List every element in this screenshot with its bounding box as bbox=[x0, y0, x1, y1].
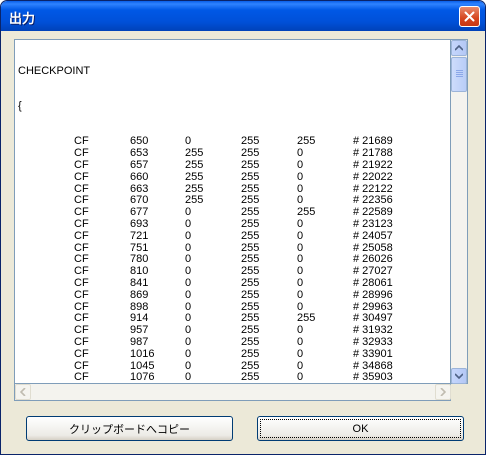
cell-frame: 657 bbox=[130, 158, 149, 171]
brace-line: { bbox=[18, 99, 42, 113]
cell-g: 255 bbox=[241, 347, 260, 360]
cell-b: 0 bbox=[297, 276, 304, 289]
cell-b: 0 bbox=[297, 158, 304, 171]
cell-flag: CF bbox=[74, 158, 89, 171]
cell-flag: CF bbox=[74, 276, 89, 289]
cell-comment: # 24057 bbox=[353, 229, 393, 242]
cell-b: 0 bbox=[297, 170, 304, 183]
output-line: CF 914 0 255 255 # 30497 bbox=[18, 313, 393, 325]
arrow-right-icon bbox=[440, 388, 446, 396]
output-line: CF 663 255 255 0 # 22122 bbox=[18, 183, 393, 196]
output-line: CF 957 0 255 0 # 31932 bbox=[18, 324, 393, 337]
output-line: CF 841 0 255 0 # 28061 bbox=[18, 277, 393, 290]
scroll-down-button[interactable] bbox=[451, 368, 467, 384]
scroll-thumb[interactable] bbox=[451, 57, 467, 92]
output-line: CF 693 0 255 0 # 23123 bbox=[18, 218, 393, 231]
ok-button[interactable]: OK bbox=[257, 416, 464, 441]
output-line: CF 869 0 255 0 # 28996 bbox=[18, 289, 393, 302]
arrow-up-icon bbox=[455, 45, 463, 51]
output-line: CF 670 255 255 0 # 22356 bbox=[18, 195, 393, 207]
scroll-right-button[interactable] bbox=[435, 384, 451, 400]
copy-button-label: クリップボードへコピー bbox=[69, 423, 190, 436]
cell-comment: # 23123 bbox=[353, 217, 393, 230]
arrow-down-icon bbox=[455, 373, 463, 379]
vertical-scrollbar[interactable] bbox=[451, 39, 468, 384]
cell-comment: # 28996 bbox=[353, 288, 393, 301]
cell-frame: 1016 bbox=[130, 347, 155, 360]
cell-r: 0 bbox=[185, 335, 192, 348]
cell-g: 255 bbox=[241, 288, 260, 301]
cell-comment: # 22022 bbox=[353, 170, 393, 183]
cell-g: 255 bbox=[241, 276, 260, 289]
output-line: CF 653 255 255 0 # 21788 bbox=[18, 147, 393, 160]
scrollbar-corner bbox=[451, 384, 468, 401]
open-brace: { bbox=[18, 99, 22, 112]
cell-b: 0 bbox=[297, 217, 304, 230]
output-text-area[interactable]: CHECKPOINT { CF 650 0 255 255 # 21689 CF 653 255… bbox=[14, 39, 451, 384]
cell-r: 0 bbox=[185, 276, 192, 289]
output-line: CF 1076 0 255 0 # 35903 bbox=[18, 372, 393, 383]
output-line: CF 650 0 255 255 # 21689 bbox=[18, 136, 393, 148]
cell-b: 0 bbox=[297, 347, 304, 360]
arrow-left-icon bbox=[20, 388, 26, 396]
cell-flag: CF bbox=[74, 217, 89, 230]
cell-frame: 693 bbox=[130, 217, 149, 230]
output-text: CHECKPOINT { CF 650 0 255 255 # 21689 CF 653 255… bbox=[18, 42, 393, 383]
output-line: CF 1045 0 255 0 # 34868 bbox=[18, 360, 393, 373]
cell-frame: 869 bbox=[130, 288, 149, 301]
header-line: CHECKPOINT bbox=[18, 65, 90, 78]
scroll-up-button[interactable] bbox=[451, 40, 467, 56]
checkpoint-label: CHECKPOINT bbox=[18, 64, 91, 77]
output-line: CF 898 0 255 0 # 29963 bbox=[18, 301, 393, 314]
close-icon bbox=[464, 11, 475, 22]
output-line: CF 751 0 255 0 # 25058 bbox=[18, 242, 393, 255]
cell-g: 255 bbox=[241, 229, 260, 242]
cell-b: 0 bbox=[297, 335, 304, 348]
close-button[interactable] bbox=[459, 6, 480, 27]
cell-flag: CF bbox=[74, 229, 89, 242]
cell-flag: CF bbox=[74, 170, 89, 183]
cell-r: 0 bbox=[185, 347, 192, 360]
cell-g: 255 bbox=[241, 335, 260, 348]
output-line: CF 660 255 255 0 # 22022 bbox=[18, 171, 393, 184]
output-dialog: 出力 CHECKPOINT { CF 650 0 255 255 # 21689 CF 653… bbox=[0, 0, 486, 455]
cell-flag: CF bbox=[74, 347, 89, 360]
cell-r: 0 bbox=[185, 217, 192, 230]
cell-b: 0 bbox=[297, 288, 304, 301]
cell-r: 255 bbox=[185, 158, 204, 171]
cell-g: 255 bbox=[241, 217, 260, 230]
cell-frame: 987 bbox=[130, 335, 149, 348]
horizontal-scrollbar[interactable] bbox=[14, 384, 451, 401]
output-line: CF 780 0 255 0 # 26026 bbox=[18, 254, 393, 266]
copy-to-clipboard-button[interactable]: クリップボードへコピー bbox=[26, 416, 233, 441]
cell-frame: 721 bbox=[130, 229, 149, 242]
cell-comment: # 33901 bbox=[353, 347, 393, 360]
output-line: CF 721 0 255 0 # 24057 bbox=[18, 230, 393, 243]
cell-r: 255 bbox=[185, 170, 204, 183]
cell-flag: CF bbox=[74, 335, 89, 348]
output-line: CF 677 0 255 255 # 22589 bbox=[18, 206, 393, 219]
window-title: 出力 bbox=[9, 12, 36, 27]
cell-r: 0 bbox=[185, 288, 192, 301]
cell-comment: # 21922 bbox=[353, 158, 393, 171]
focus-rectangle bbox=[260, 419, 461, 438]
cell-frame: 660 bbox=[130, 170, 149, 183]
output-line: CF 1016 0 255 0 # 33901 bbox=[18, 348, 393, 361]
title-bar[interactable]: 出力 bbox=[1, 1, 485, 31]
output-line: CF 810 0 255 0 # 27027 bbox=[18, 265, 393, 278]
cell-flag: CF bbox=[74, 288, 89, 301]
dialog-client-area: CHECKPOINT { CF 650 0 255 255 # 21689 CF 653 255… bbox=[4, 31, 482, 452]
cell-r: 0 bbox=[185, 229, 192, 242]
cell-g: 255 bbox=[241, 170, 260, 183]
output-line: CF 657 255 255 0 # 21922 bbox=[18, 159, 393, 172]
scroll-left-button[interactable] bbox=[15, 384, 31, 400]
output-line: CF 987 0 255 0 # 32933 bbox=[18, 336, 393, 349]
cell-g: 255 bbox=[241, 158, 260, 171]
cell-comment: # 32933 bbox=[353, 335, 393, 348]
cell-comment: # 28061 bbox=[353, 276, 393, 289]
cell-b: 0 bbox=[297, 229, 304, 242]
cell-frame: 841 bbox=[130, 276, 149, 289]
